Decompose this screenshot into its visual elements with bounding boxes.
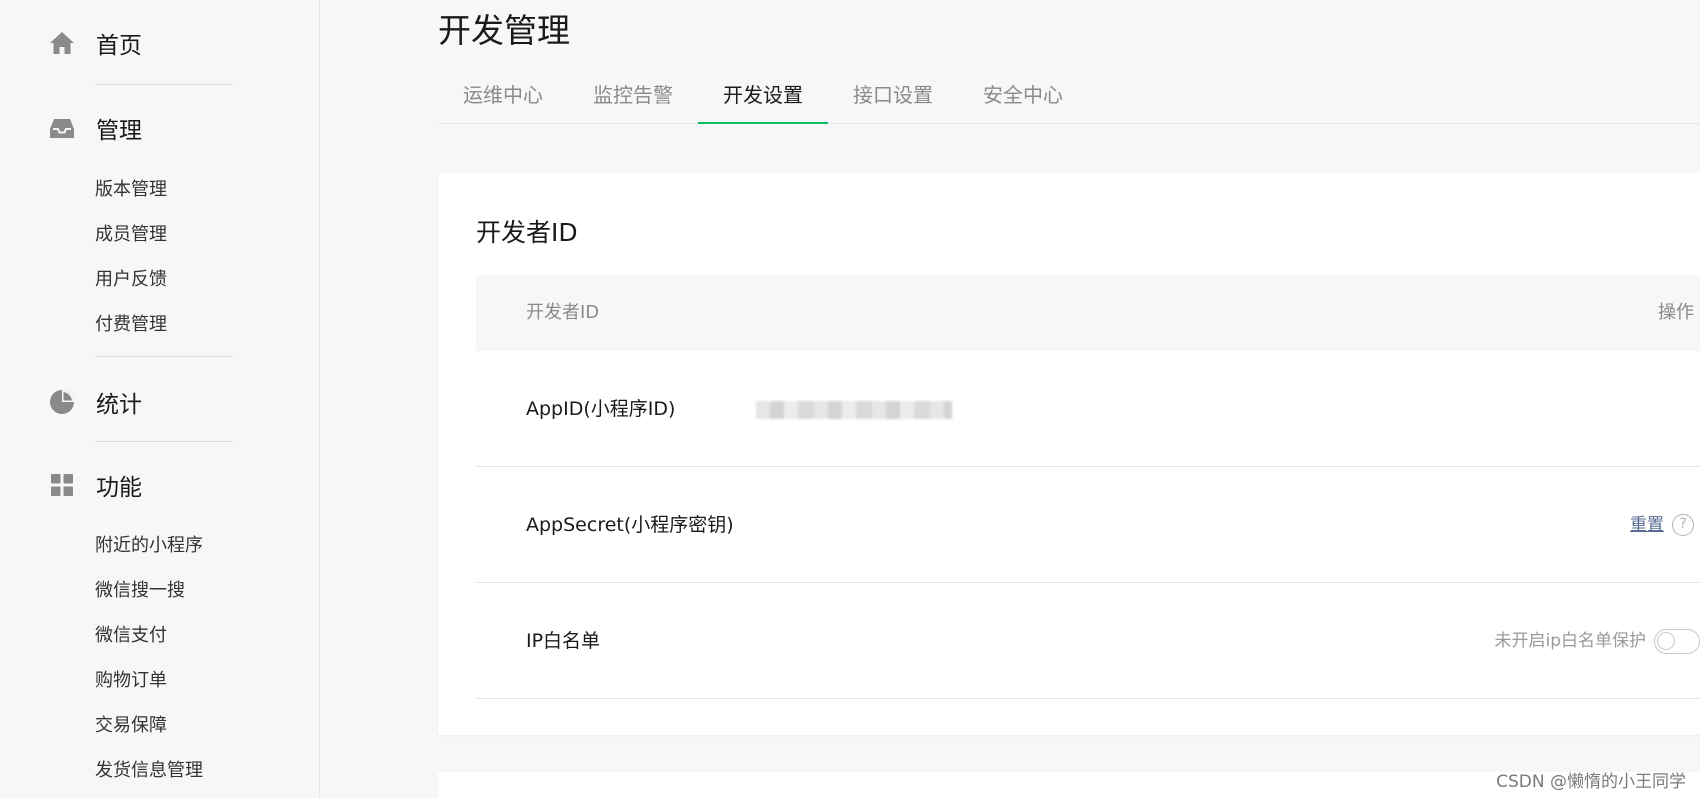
sidebar-item-feedback[interactable]: 用户反馈: [95, 267, 167, 293]
pie-chart-icon: [48, 388, 76, 416]
sidebar: 首页 管理 版本管理 成员管理 用户反馈 付费管理 统计 功能 附近的小程序 微…: [0, 0, 320, 798]
nav-manage-label: 管理: [96, 118, 142, 144]
sidebar-item-payment[interactable]: 付费管理: [95, 312, 167, 338]
tab-dev-settings[interactable]: 开发设置: [698, 72, 828, 124]
grid-icon: [48, 471, 76, 499]
tab-ops[interactable]: 运维中心: [438, 72, 568, 124]
sidebar-item-pay[interactable]: 微信支付: [95, 623, 167, 649]
table-row-appsecret: AppSecret(小程序密钥) 重置 ?: [476, 467, 1700, 583]
table-header: 开发者ID 操作: [476, 275, 1700, 351]
column-header-action: 操作: [1658, 302, 1694, 323]
tab-bar: 运维中心 监控告警 开发设置 接口设置 安全中心: [438, 72, 1700, 124]
appid-value-masked: [756, 401, 952, 419]
nav-home-label: 首页: [96, 33, 142, 59]
appsecret-label: AppSecret(小程序密钥): [526, 514, 734, 536]
sidebar-item-version[interactable]: 版本管理: [95, 177, 167, 203]
table-row-appid: AppID(小程序ID): [476, 351, 1700, 467]
developer-id-card: 开发者ID 开发者ID 操作 AppID(小程序ID) AppSecret(小程…: [438, 173, 1700, 735]
home-icon: [48, 29, 76, 57]
page-title: 开发管理: [438, 11, 570, 50]
sidebar-item-orders[interactable]: 购物订单: [95, 668, 167, 694]
sidebar-item-nearby[interactable]: 附近的小程序: [95, 533, 203, 559]
column-header-id: 开发者ID: [526, 302, 600, 323]
nav-home[interactable]: 首页: [48, 25, 142, 61]
appid-label: AppID(小程序ID): [526, 398, 676, 420]
tab-api-settings[interactable]: 接口设置: [828, 72, 958, 124]
nav-stats[interactable]: 统计: [48, 384, 142, 420]
nav-features-label: 功能: [96, 475, 142, 501]
tab-security[interactable]: 安全中心: [958, 72, 1088, 124]
nav-features[interactable]: 功能: [48, 467, 142, 503]
watermark: CSDN @懒惰的小王同学: [1496, 772, 1686, 792]
sidebar-item-shipping[interactable]: 发货信息管理: [95, 758, 203, 784]
toggle-knob: [1657, 632, 1675, 650]
ip-whitelist-label: IP白名单: [526, 630, 601, 652]
card-title: 开发者ID: [476, 218, 578, 247]
nav-divider: [95, 356, 233, 357]
sidebar-item-guarantee[interactable]: 交易保障: [95, 713, 167, 739]
reset-secret-link[interactable]: 重置: [1630, 467, 1664, 583]
sidebar-item-members[interactable]: 成员管理: [95, 222, 167, 248]
inbox-icon: [48, 114, 76, 142]
tab-monitor[interactable]: 监控告警: [568, 72, 698, 124]
nav-manage[interactable]: 管理: [48, 110, 142, 146]
question-circle-icon[interactable]: ?: [1672, 514, 1694, 536]
nav-divider: [95, 84, 233, 85]
table-row-ip-whitelist: IP白名单 未开启ip白名单保护: [476, 583, 1700, 699]
sidebar-item-search[interactable]: 微信搜一搜: [95, 578, 185, 604]
nav-stats-label: 统计: [96, 392, 142, 418]
nav-divider: [95, 441, 233, 442]
ip-whitelist-status: 未开启ip白名单保护: [1494, 631, 1646, 651]
ip-whitelist-toggle[interactable]: [1654, 629, 1700, 654]
